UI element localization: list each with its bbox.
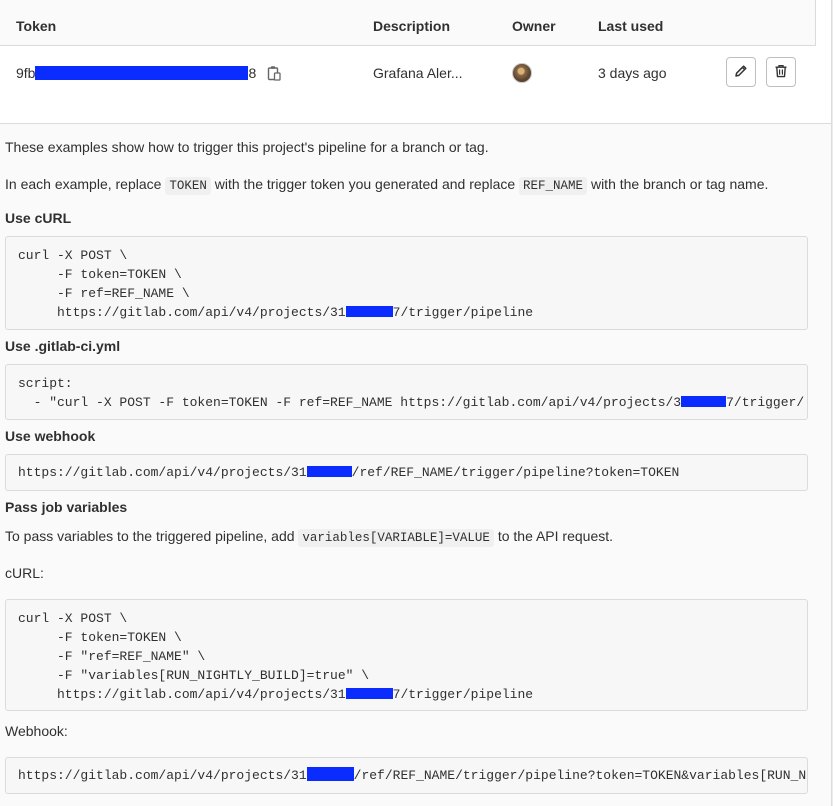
code-line-part: https://gitlab.com/api/v4/projects/31 [18, 465, 307, 480]
intro-replace-text-part: with the branch or tag name. [587, 176, 769, 192]
code-line: - "curl -X POST -F token=TOKEN -F ref=RE… [18, 393, 805, 412]
code-line-part: https://gitlab.com/api/v4/projects/31 [18, 687, 346, 702]
delete-button[interactable] [766, 57, 796, 87]
column-header-description: Description [373, 18, 451, 34]
intro-replace-text-part: In each example, replace [5, 176, 166, 192]
edit-button[interactable] [726, 57, 756, 87]
code-line: -F ref=REF_NAME \ [18, 286, 190, 301]
table-row: 9fb 8 Grafana Aler... 3 days ago [0, 46, 815, 101]
token-last-used: 3 days ago [598, 65, 667, 81]
webhook-heading: Use webhook [5, 428, 96, 444]
project-id-redaction [306, 767, 354, 781]
token-prefix: 9fb [16, 65, 36, 81]
intro-replace-text-part: with the trigger token you generated and… [210, 176, 520, 192]
copy-icon[interactable] [267, 65, 281, 81]
project-id-redaction [345, 688, 393, 699]
table-header: Token Description Owner Last used [0, 0, 816, 46]
token-description: Grafana Aler... [373, 65, 463, 81]
code-line: -F token=TOKEN \ [18, 630, 182, 645]
token-redaction [35, 66, 249, 80]
curl-heading: Use cURL [5, 210, 72, 226]
code-line-part: 7/trigger/pipeline [392, 687, 534, 702]
code-line: -F token=TOKEN \ [18, 267, 182, 282]
webhook-variables-code-block[interactable]: https://gitlab.com/api/v4/projects/31/re… [5, 757, 808, 794]
code-line: script: [18, 376, 73, 391]
column-header-last-used: Last used [598, 18, 664, 34]
intro-replace-text: In each example, replace TOKEN with the … [5, 176, 769, 195]
pass-variables-text-part: to the API request. [493, 528, 614, 544]
code-line-part: - "curl -X POST -F token=TOKEN -F ref=RE… [18, 395, 682, 410]
variables-code: variables[VARIABLE]=VALUE [298, 529, 494, 547]
code-line-part: https://gitlab.com/api/v4/projects/31 [18, 305, 346, 320]
curl-label: cURL: [5, 565, 44, 581]
curl-code-block[interactable]: curl -X POST \ -F token=TOKEN \ -F ref=R… [5, 236, 808, 330]
pass-variables-text: To pass variables to the triggered pipel… [5, 528, 614, 547]
code-line: -F "variables[RUN_NIGHTLY_BUILD]=true" \ [18, 668, 370, 683]
column-header-owner: Owner [512, 18, 556, 34]
pass-variables-text-part: To pass variables to the triggered pipel… [5, 528, 299, 544]
curl-variables-code-block[interactable]: curl -X POST \ -F token=TOKEN \ -F "ref=… [5, 599, 808, 711]
token-code: TOKEN [165, 177, 211, 195]
code-line-part: /ref/REF_NAME/trigger/pipeline?token=TOK… [351, 465, 680, 480]
code-line: https://gitlab.com/api/v4/projects/31/re… [18, 766, 806, 785]
code-line: curl -X POST \ [18, 611, 128, 626]
webhook-label: Webhook: [5, 723, 68, 739]
code-line-part: /ref/REF_NAME/trigger/pipeline?token=TOK… [353, 768, 807, 783]
pencil-icon [734, 64, 748, 81]
webhook-code-block[interactable]: https://gitlab.com/api/v4/projects/31/re… [5, 454, 808, 491]
gitlab-ci-heading: Use .gitlab-ci.yml [5, 338, 121, 354]
pass-job-variables-heading: Pass job variables [5, 499, 128, 515]
code-line-part: 7/trigger/pipeline [392, 305, 534, 320]
code-line-part: 7/trigger/ [726, 395, 805, 410]
token-value: 9fb 8 [16, 65, 256, 81]
trash-icon [774, 64, 788, 81]
project-id-redaction [681, 396, 727, 407]
code-line: https://gitlab.com/api/v4/projects/31/re… [18, 463, 679, 482]
project-id-redaction [345, 306, 393, 317]
gitlab-ci-code-block[interactable]: script: - "curl -X POST -F token=TOKEN -… [5, 364, 808, 420]
trigger-token-table: Token Description Owner Last used 9fb 8 G… [0, 0, 831, 124]
token-suffix: 8 [248, 65, 257, 81]
ref-name-code: REF_NAME [519, 177, 588, 195]
code-line: https://gitlab.com/api/v4/projects/31 7/t… [18, 685, 533, 704]
code-line-part: https://gitlab.com/api/v4/projects/31 [18, 768, 307, 783]
code-line: -F "ref=REF_NAME" \ [18, 649, 206, 664]
intro-text: These examples show how to trigger this … [5, 139, 489, 155]
code-line: curl -X POST \ [18, 248, 128, 263]
code-line: https://gitlab.com/api/v4/projects/31 7/t… [18, 303, 533, 322]
project-id-redaction [306, 466, 352, 477]
column-header-token: Token [16, 18, 57, 34]
pipeline-triggers-panel: Token Description Owner Last used 9fb 8 G… [0, 0, 832, 806]
owner-avatar[interactable] [512, 63, 532, 83]
